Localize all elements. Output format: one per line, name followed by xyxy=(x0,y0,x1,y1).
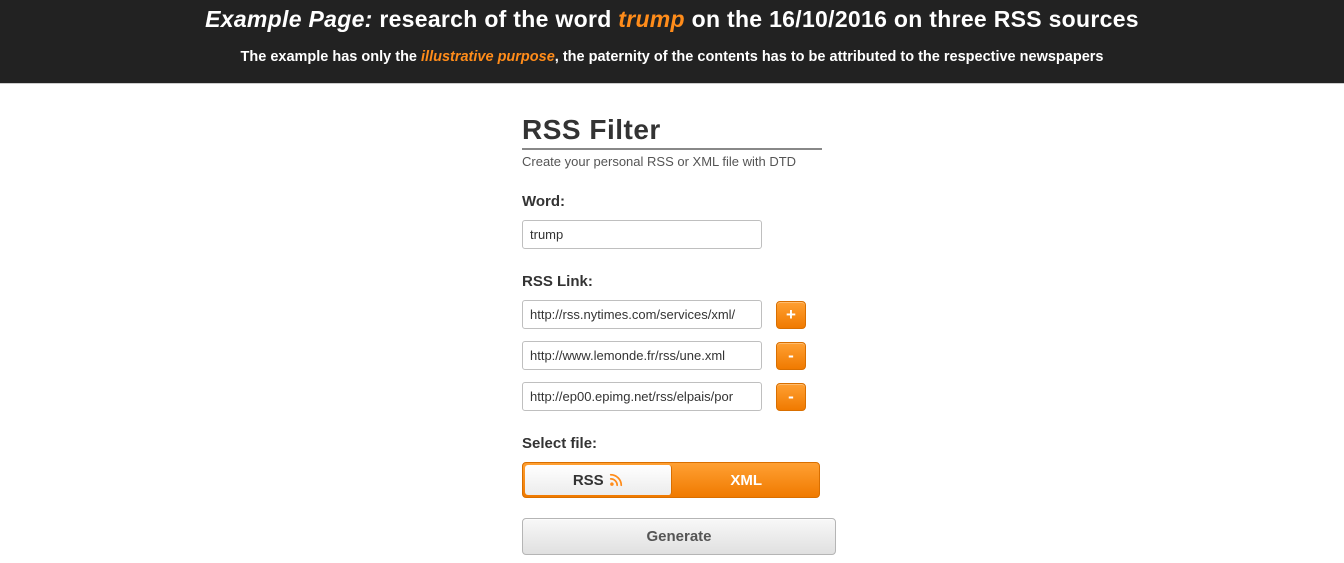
banner-sub-post: , the paternity of the contents has to b… xyxy=(555,49,1104,65)
page-title: RSS Filter xyxy=(522,114,822,150)
file-type-tabs: RSS XML xyxy=(522,462,820,498)
banner-mid1: research of the word xyxy=(373,6,619,32)
word-label: Word: xyxy=(522,193,822,210)
select-file-label: Select file: xyxy=(522,435,822,452)
banner-highlight: trump xyxy=(618,6,685,32)
banner-sub-pre: The example has only the xyxy=(241,49,422,65)
example-banner: Example Page: research of the word trump… xyxy=(0,0,1344,84)
banner-sub-highlight: illustrative purpose xyxy=(421,49,555,65)
tab-rss[interactable]: RSS xyxy=(525,465,672,495)
remove-link-button[interactable]: - xyxy=(776,342,806,370)
tab-xml[interactable]: XML xyxy=(674,463,820,497)
banner-prefix: Example Page: xyxy=(205,6,373,32)
banner-title: Example Page: research of the word trump… xyxy=(20,6,1324,33)
rss-link-input-3[interactable] xyxy=(522,382,762,411)
tab-xml-label: XML xyxy=(730,472,762,489)
remove-link-button[interactable]: - xyxy=(776,383,806,411)
banner-subtitle: The example has only the illustrative pu… xyxy=(20,49,1324,65)
tab-rss-label: RSS xyxy=(573,472,604,489)
rss-link-row: - xyxy=(522,341,822,370)
rss-link-row: + xyxy=(522,300,822,329)
banner-mid2: on the 16/10/2016 on three RSS sources xyxy=(685,6,1139,32)
word-input[interactable] xyxy=(522,220,762,249)
rss-link-label: RSS Link: xyxy=(522,273,822,290)
rss-filter-form: RSS Filter Create your personal RSS or X… xyxy=(522,114,822,555)
center-wrap: RSS Filter Create your personal RSS or X… xyxy=(0,84,1344,555)
page-subtitle: Create your personal RSS or XML file wit… xyxy=(522,154,822,169)
rss-link-input-2[interactable] xyxy=(522,341,762,370)
rss-icon xyxy=(609,473,623,487)
rss-link-input-1[interactable] xyxy=(522,300,762,329)
add-link-button[interactable]: + xyxy=(776,301,806,329)
generate-button[interactable]: Generate xyxy=(522,518,836,555)
rss-link-row: - xyxy=(522,382,822,411)
